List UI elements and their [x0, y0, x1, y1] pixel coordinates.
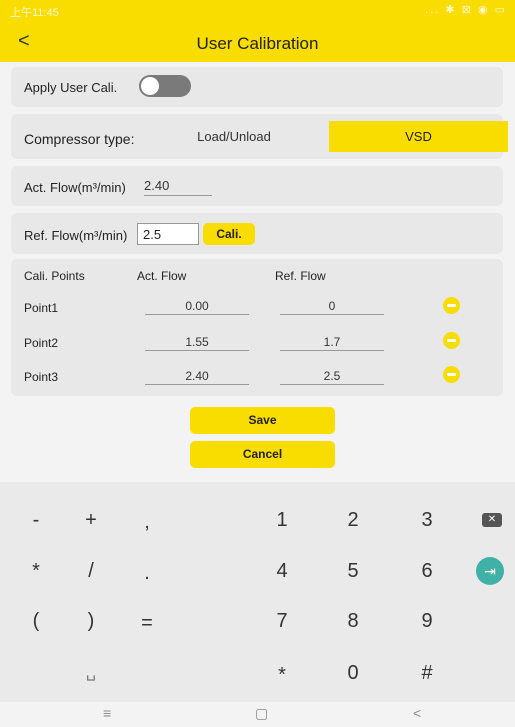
- tab-next-icon[interactable]: ⇥: [476, 557, 504, 585]
- backspace-icon[interactable]: ✕: [482, 513, 502, 527]
- key-9[interactable]: 9: [407, 606, 447, 636]
- key-slash[interactable]: /: [71, 556, 111, 586]
- key-2[interactable]: 2: [333, 505, 373, 535]
- status-icons: ... ✱ ⊠ ◉ ▭: [425, 4, 507, 16]
- key-6[interactable]: 6: [407, 556, 447, 586]
- key-close-paren[interactable]: ): [71, 606, 111, 636]
- key-8[interactable]: 8: [333, 606, 373, 636]
- status-bar: 上午11:45 ... ✱ ⊠ ◉ ▭: [0, 0, 515, 22]
- ref-flow-card: Ref. Flow(m³/min) 2.5 Cali.: [11, 213, 503, 254]
- header-ref-flow: Ref. Flow: [275, 269, 326, 283]
- cancel-button[interactable]: Cancel: [190, 441, 335, 468]
- act-flow-value: 2.40: [144, 178, 212, 196]
- point3-ref-flow[interactable]: 2.5: [280, 369, 384, 385]
- key-3[interactable]: 3: [407, 505, 447, 535]
- cali-button[interactable]: Cali.: [203, 223, 255, 245]
- compressor-option-vsd[interactable]: VSD: [329, 121, 508, 152]
- toggle-knob: [141, 77, 159, 95]
- backspace-glyph: ✕: [487, 514, 497, 525]
- page-title: User Calibration: [196, 34, 319, 53]
- home-icon[interactable]: ▢: [255, 705, 268, 722]
- point2-act-flow[interactable]: 1.55: [145, 335, 249, 351]
- header-act-flow: Act. Flow: [137, 269, 187, 283]
- key-minus[interactable]: -: [16, 505, 56, 535]
- remove-point2-icon[interactable]: [443, 332, 460, 349]
- key-5[interactable]: 5: [333, 556, 373, 586]
- compressor-option-load-unload[interactable]: Load/Unload: [139, 121, 329, 152]
- system-nav-bar: ≡ ▢ <: [0, 702, 515, 727]
- status-time: 上午11:45: [10, 7, 59, 19]
- key-asterisk[interactable]: *: [16, 556, 56, 586]
- compressor-type-card: Compressor type: Load/Unload VSD: [11, 114, 508, 159]
- header-cali-points: Cali. Points: [24, 269, 85, 283]
- cali-points-card: Cali. Points Act. Flow Ref. Flow Point1 …: [11, 259, 503, 396]
- act-flow-card: Act. Flow(m³/min) 2.40: [11, 166, 503, 206]
- key-7[interactable]: 7: [262, 606, 302, 636]
- save-button[interactable]: Save: [190, 407, 335, 434]
- nav-back-icon[interactable]: <: [413, 705, 421, 721]
- apply-cali-toggle[interactable]: [139, 75, 191, 97]
- point3-act-flow[interactable]: 2.40: [145, 369, 249, 385]
- key-equals[interactable]: =: [127, 608, 167, 638]
- key-plus[interactable]: +: [71, 505, 111, 535]
- key-star[interactable]: *: [262, 660, 302, 690]
- key-comma[interactable]: ,: [127, 507, 167, 537]
- menu-icon[interactable]: ≡: [103, 705, 111, 721]
- key-0[interactable]: 0: [333, 658, 373, 688]
- point1-act-flow[interactable]: 0.00: [145, 299, 249, 315]
- numeric-keyboard: - + , 1 2 3 ✕ * / . 4 5 6 ⇥ ( ) = 7 8 9 …: [0, 482, 515, 702]
- key-1[interactable]: 1: [262, 505, 302, 535]
- apply-cali-card: Apply User Cali.: [11, 67, 503, 107]
- point1-ref-flow[interactable]: 0: [280, 299, 384, 315]
- ref-flow-input[interactable]: 2.5: [137, 223, 199, 245]
- point1-label: Point1: [24, 301, 59, 315]
- act-flow-label: Act. Flow(m³/min): [24, 180, 126, 195]
- key-4[interactable]: 4: [262, 556, 302, 586]
- compressor-type-label: Compressor type:: [24, 131, 135, 147]
- apply-cali-label: Apply User Cali.: [24, 80, 118, 95]
- key-open-paren[interactable]: (: [16, 606, 56, 636]
- key-period[interactable]: .: [127, 558, 167, 588]
- remove-point3-icon[interactable]: [443, 366, 460, 383]
- remove-point1-icon[interactable]: [443, 297, 460, 314]
- point2-label: Point2: [24, 336, 59, 350]
- point2-ref-flow[interactable]: 1.7: [280, 335, 384, 351]
- key-hash[interactable]: #: [407, 658, 447, 688]
- ref-flow-label: Ref. Flow(m³/min): [24, 228, 128, 243]
- key-space[interactable]: ␣: [71, 658, 111, 688]
- point3-label: Point3: [24, 370, 59, 384]
- title-bar: < User Calibration: [0, 22, 515, 62]
